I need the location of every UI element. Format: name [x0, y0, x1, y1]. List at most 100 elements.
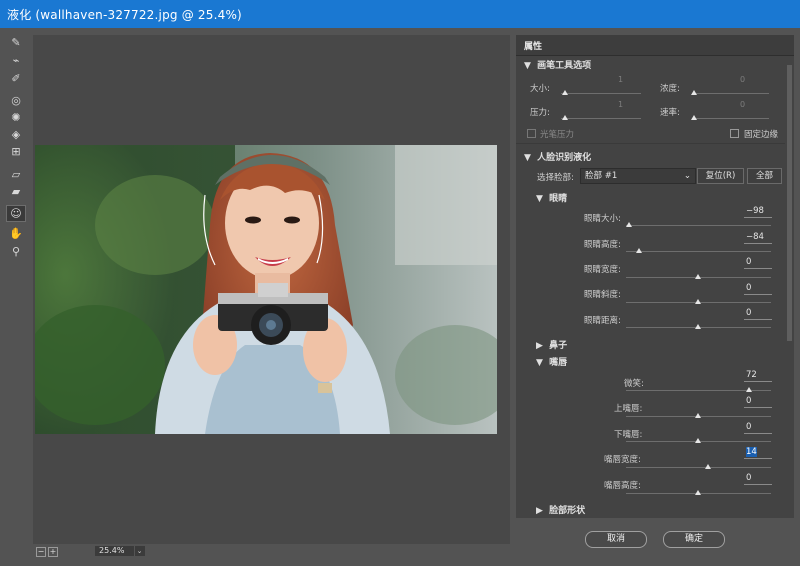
- smile-value[interactable]: 72: [744, 370, 772, 382]
- eye-width-label: 眼睛宽度:: [584, 265, 621, 275]
- brush-density-value[interactable]: 0: [740, 75, 745, 84]
- eye-height-value[interactable]: −84: [744, 232, 772, 244]
- lower-lip-knob[interactable]: [695, 438, 701, 443]
- smooth-icon[interactable]: ✐: [6, 70, 26, 86]
- eyes-section-header[interactable]: ▼ 眼睛: [536, 191, 567, 204]
- ok-button[interactable]: 确定: [663, 531, 725, 548]
- zoom-in-button[interactable]: +: [48, 547, 58, 557]
- mouth-width-knob[interactable]: [705, 464, 711, 469]
- expand-triangle-icon: ▶: [536, 341, 543, 351]
- pin-edges-label: 固定边缘: [744, 130, 779, 140]
- brush-rate-label: 速率:: [660, 108, 680, 118]
- smile-knob[interactable]: [746, 387, 752, 392]
- eyes-title: 眼睛: [549, 194, 568, 204]
- collapse-triangle-icon: ▼: [524, 61, 531, 71]
- eye-distance-label: 眼睛距离:: [584, 316, 621, 326]
- eye-distance-value[interactable]: 0: [744, 308, 772, 320]
- panel-title: 属性: [524, 42, 543, 52]
- zoom-dropdown-icon[interactable]: ⌄: [134, 546, 144, 556]
- collapse-triangle-icon: ▼: [524, 153, 531, 163]
- thaw-mask-icon[interactable]: ▰: [6, 183, 26, 199]
- brush-rate-knob[interactable]: [691, 115, 697, 120]
- brush-size-slider[interactable]: [561, 93, 641, 94]
- upper-lip-knob[interactable]: [695, 413, 701, 418]
- eye-size-value[interactable]: −98: [744, 206, 772, 218]
- bloat-icon[interactable]: ◈: [6, 126, 26, 142]
- portrait-photo: [35, 145, 497, 434]
- brush-density-knob[interactable]: [691, 90, 697, 95]
- zoom-icon[interactable]: ⚲: [6, 243, 26, 259]
- nose-section-header[interactable]: ▶ 鼻子: [536, 338, 567, 351]
- preview-image[interactable]: [35, 145, 497, 434]
- brush-pressure-slider[interactable]: [561, 118, 641, 119]
- brush-density-label: 浓度:: [660, 84, 680, 94]
- face-tool-icon[interactable]: ☺: [6, 205, 26, 222]
- smile-label: 微笑:: [624, 379, 644, 389]
- face-shape-section-header[interactable]: ▶ 脸部形状: [536, 503, 585, 516]
- collapse-triangle-icon: ▼: [536, 194, 543, 204]
- mouth-height-knob[interactable]: [695, 490, 701, 495]
- eye-tilt-knob[interactable]: [695, 299, 701, 304]
- expand-triangle-icon: ▶: [536, 506, 543, 516]
- panel-header: 属性: [516, 35, 794, 56]
- brush-rate-slider[interactable]: [692, 118, 769, 119]
- eye-size-slider[interactable]: [626, 225, 771, 226]
- pucker-icon[interactable]: ✺: [6, 109, 26, 125]
- select-face-label: 选择脸部:: [537, 173, 574, 183]
- face-liquify-title: 人脸识别液化: [537, 153, 592, 163]
- mouth-title: 嘴唇: [549, 358, 568, 368]
- eye-height-slider[interactable]: [626, 251, 771, 252]
- window-title: 液化 (wallhaven-327722.jpg @ 25.4%): [7, 8, 242, 22]
- mouth-height-label: 嘴唇高度:: [604, 481, 641, 491]
- mouth-height-value[interactable]: 0: [744, 473, 772, 485]
- scroll-thumb[interactable]: [787, 65, 792, 341]
- brush-rate-value[interactable]: 0: [740, 100, 745, 109]
- freeze-mask-icon[interactable]: ▱: [6, 166, 26, 182]
- select-face-value: 脸部 #1: [585, 171, 618, 181]
- select-face-dropdown[interactable]: 脸部 #1 ⌄: [580, 168, 696, 184]
- hand-icon[interactable]: ✋: [6, 225, 26, 241]
- eye-tilt-value[interactable]: 0: [744, 283, 772, 295]
- reconstruct-icon[interactable]: ⌁: [6, 52, 26, 68]
- brush-density-slider[interactable]: [692, 93, 769, 94]
- eye-size-knob[interactable]: [626, 222, 632, 227]
- twirl-icon[interactable]: ◎: [6, 92, 26, 108]
- status-bar: − + 25.4% ⌄: [33, 544, 510, 558]
- brush-pressure-value[interactable]: 1: [618, 100, 623, 109]
- eye-width-value[interactable]: 0: [744, 257, 772, 269]
- reset-button[interactable]: 复位(R): [697, 168, 744, 184]
- eye-tilt-label: 眼睛斜度:: [584, 290, 621, 300]
- eye-width-knob[interactable]: [695, 274, 701, 279]
- cancel-button[interactable]: 取消: [585, 531, 647, 548]
- panel-scrollbar[interactable]: [785, 57, 794, 518]
- mouth-section-header[interactable]: ▼ 嘴唇: [536, 355, 567, 368]
- collapse-triangle-icon: ▼: [536, 358, 543, 368]
- push-left-icon[interactable]: ⊞: [6, 143, 26, 159]
- face-shape-title: 脸部形状: [549, 506, 586, 516]
- eye-size-label: 眼睛大小:: [584, 214, 621, 224]
- eye-height-knob[interactable]: [636, 248, 642, 253]
- eye-distance-knob[interactable]: [695, 324, 701, 329]
- brush-size-knob[interactable]: [562, 90, 568, 95]
- all-button[interactable]: 全部: [747, 168, 782, 184]
- nose-title: 鼻子: [549, 341, 568, 351]
- face-liquify-header[interactable]: ▼ 人脸识别液化: [524, 150, 591, 163]
- brush-options-header[interactable]: ▼ 画笔工具选项: [524, 58, 591, 71]
- stylus-pressure-checkbox[interactable]: [527, 129, 536, 138]
- forward-warp-icon[interactable]: ✎: [6, 34, 26, 50]
- pin-edges-checkbox[interactable]: [730, 129, 739, 138]
- mouth-width-slider[interactable]: [626, 467, 771, 468]
- brush-size-label: 大小:: [530, 84, 550, 94]
- zoom-out-button[interactable]: −: [36, 547, 46, 557]
- upper-lip-value[interactable]: 0: [744, 396, 772, 408]
- section-divider: [516, 143, 794, 144]
- chevron-down-icon: ⌄: [683, 171, 691, 181]
- brush-pressure-label: 压力:: [530, 108, 550, 118]
- brush-size-value[interactable]: 1: [618, 75, 623, 84]
- brush-pressure-knob[interactable]: [562, 115, 568, 120]
- brush-options-title: 画笔工具选项: [537, 61, 592, 71]
- lower-lip-value[interactable]: 0: [744, 422, 772, 434]
- mouth-width-value[interactable]: 14: [744, 447, 772, 459]
- stylus-pressure-label: 光笔压力: [540, 130, 575, 140]
- lower-lip-label: 下嘴唇:: [614, 430, 643, 440]
